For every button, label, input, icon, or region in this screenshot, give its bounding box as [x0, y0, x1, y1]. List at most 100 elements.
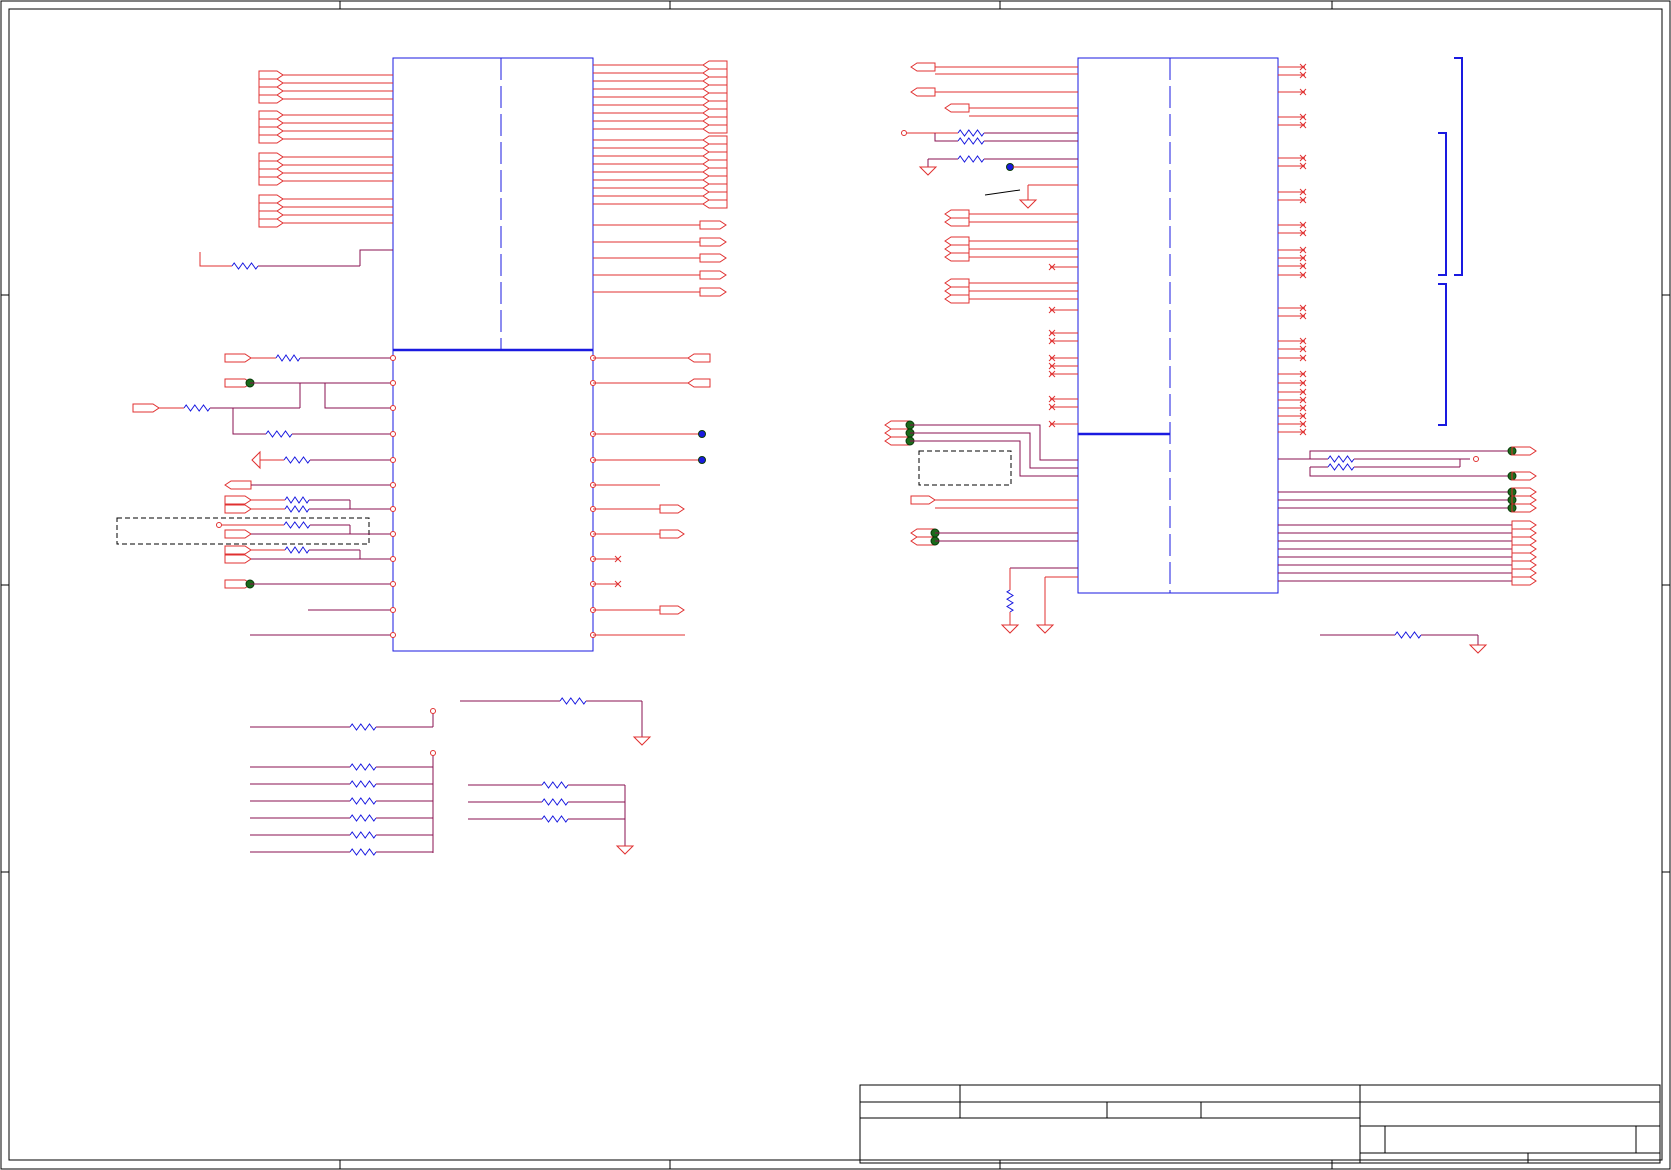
net-port	[687, 353, 711, 363]
net-port	[258, 78, 284, 88]
junction	[698, 456, 706, 464]
net-port	[132, 403, 160, 413]
pin-ring	[390, 431, 396, 437]
component-u2-body	[1077, 57, 1279, 594]
resistor	[1327, 463, 1355, 471]
resistor	[275, 354, 301, 362]
net-port	[944, 278, 970, 288]
pin-ring	[390, 405, 396, 411]
resistor	[283, 456, 311, 464]
resistor	[231, 262, 259, 270]
net-port	[702, 143, 728, 153]
net-port	[1511, 576, 1537, 586]
wire	[910, 440, 1078, 477]
wire	[349, 500, 393, 510]
pin-ring	[390, 457, 396, 463]
net-port	[702, 68, 728, 78]
ground-symbol	[1000, 624, 1020, 634]
net-port	[224, 529, 252, 539]
net-port	[1511, 528, 1537, 538]
resistor	[957, 137, 985, 145]
wire	[910, 424, 1078, 461]
net-port	[1511, 568, 1537, 578]
net-port	[702, 100, 728, 110]
pin-ring	[390, 506, 396, 512]
net-port	[224, 554, 252, 564]
wire	[324, 383, 393, 409]
net-port	[702, 108, 728, 118]
junction	[698, 430, 706, 438]
net-port	[944, 236, 970, 246]
net-port	[702, 175, 728, 185]
net-port	[258, 168, 284, 178]
net-port	[224, 495, 252, 505]
net-port	[699, 237, 727, 247]
pin-ring	[430, 750, 436, 756]
wire	[199, 252, 232, 267]
net-port	[702, 116, 728, 126]
net-port	[702, 60, 728, 70]
wire	[359, 550, 393, 560]
resistor	[541, 781, 569, 789]
wire	[232, 408, 266, 435]
pin-ring	[390, 632, 396, 638]
net-port	[258, 70, 284, 80]
component-u1-body	[392, 57, 594, 652]
net-port	[884, 436, 910, 446]
net-port	[1511, 520, 1537, 530]
pin-ring	[390, 380, 396, 386]
net-port	[699, 287, 727, 297]
net-port	[258, 202, 284, 212]
pin-ring	[390, 355, 396, 361]
resistor	[349, 848, 377, 856]
ground-symbol	[1468, 644, 1488, 654]
dashed-regions	[116, 450, 1012, 545]
net-port	[224, 504, 252, 514]
net-port	[944, 294, 970, 304]
pin-ring	[390, 482, 396, 488]
net-port	[224, 545, 252, 555]
pin-ring	[390, 607, 396, 613]
pin-ring	[390, 556, 396, 562]
net-port	[258, 152, 284, 162]
net-port	[910, 62, 936, 72]
resistor	[349, 763, 377, 771]
schematic-canvas	[0, 0, 1671, 1170]
resistor	[1006, 589, 1014, 613]
net-port	[258, 110, 284, 120]
net-port	[224, 480, 252, 490]
net-port	[884, 428, 910, 438]
net-port	[944, 252, 970, 262]
net-port	[702, 199, 728, 209]
net-port	[944, 244, 970, 254]
ground-symbol	[251, 450, 261, 470]
pin-ring	[390, 581, 396, 587]
net-port	[702, 92, 728, 102]
ground-symbol	[1018, 199, 1038, 209]
net-port	[258, 160, 284, 170]
pin-ring	[390, 531, 396, 537]
resistor	[1327, 455, 1355, 463]
net-port	[944, 209, 970, 219]
net-port	[702, 84, 728, 94]
resistor	[541, 798, 569, 806]
net-port	[258, 218, 284, 228]
net-port	[884, 420, 910, 430]
resistor	[283, 521, 311, 529]
pin-ring	[1473, 456, 1479, 462]
net-port	[702, 159, 728, 169]
net-port	[224, 353, 252, 363]
net-port	[944, 286, 970, 296]
wires-layer	[1, 1, 1670, 1169]
ground-symbol	[615, 845, 635, 855]
net-port	[910, 87, 936, 97]
net-port	[258, 86, 284, 96]
wire	[359, 249, 393, 266]
ground-symbol	[632, 736, 652, 746]
net-port	[699, 220, 727, 230]
net-port	[699, 253, 727, 263]
net-port	[258, 94, 284, 104]
net-port	[258, 176, 284, 186]
net-port	[699, 270, 727, 280]
resistor	[183, 404, 211, 412]
